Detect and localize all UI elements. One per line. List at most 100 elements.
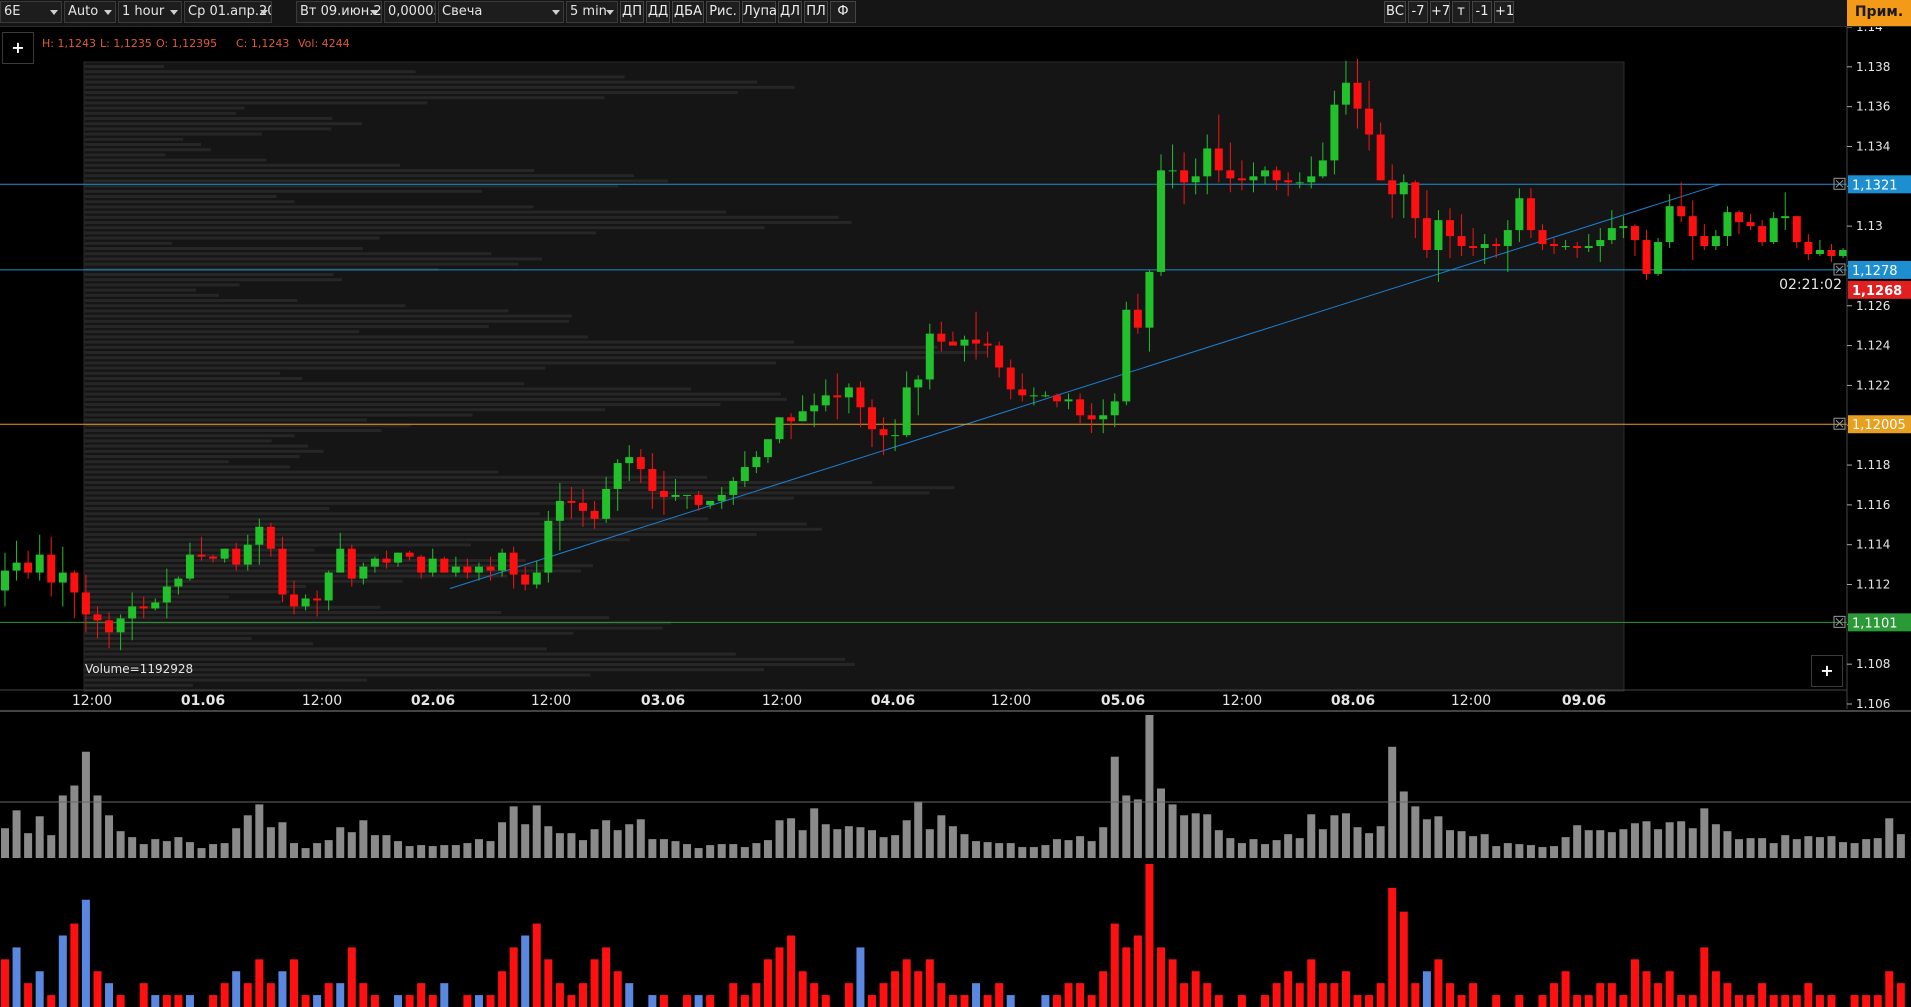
volume-bar: [1029, 847, 1038, 858]
pl-button[interactable]: ПЛ: [804, 1, 828, 23]
delta-bar: [12, 947, 21, 1007]
delta-bar: [1711, 971, 1720, 1007]
volume-bar: [1249, 839, 1258, 858]
y-tick-label: 1.118: [1856, 458, 1890, 472]
price-chart[interactable]: 1,12681.141.1381.1361.1341.1321.131.1281…: [0, 27, 1911, 1007]
delta-bar: [1550, 983, 1559, 1007]
profile-row: [84, 361, 776, 365]
candle-body: [174, 578, 183, 587]
delta-bar: [1457, 995, 1466, 1007]
scale-select[interactable]: Auto: [64, 1, 116, 23]
delta-bar: [440, 983, 449, 1007]
timeframe-select[interactable]: 1 hour: [118, 1, 182, 23]
delta-bar: [579, 983, 587, 1007]
profile-row: [84, 392, 781, 396]
dl-button[interactable]: ДЛ: [778, 1, 802, 23]
minus1-button[interactable]: -1: [1472, 1, 1492, 23]
delta-bar: [1099, 971, 1108, 1007]
delta-bar: [775, 947, 784, 1007]
minus7-button[interactable]: -7: [1408, 1, 1428, 23]
volume-bar: [1700, 808, 1709, 858]
plus7-button[interactable]: +7: [1430, 1, 1450, 23]
delta-bar: [1145, 864, 1154, 1007]
profile-row: [84, 101, 428, 105]
volume-bar: [1110, 756, 1119, 858]
add-indicator-button[interactable]: +: [2, 32, 34, 64]
candle-body: [486, 566, 495, 571]
x-tick-label: 12:00: [302, 693, 342, 709]
delta-bar: [787, 935, 796, 1007]
delta-bar: [1827, 995, 1836, 1007]
dba-button[interactable]: ДБА: [672, 1, 704, 23]
level-price-label: 1,1321: [1852, 178, 1898, 193]
delta-bar: [1341, 971, 1350, 1007]
volume-bar: [613, 830, 622, 858]
delta-bar: [625, 983, 634, 1007]
y-tick-label: 1.108: [1856, 657, 1890, 671]
profile-row: [84, 80, 758, 84]
volume-bar: [1041, 845, 1050, 858]
draw-button[interactable]: Рис.: [706, 1, 740, 23]
symbol-select[interactable]: 6E: [0, 1, 62, 23]
candle-body: [1214, 148, 1223, 171]
profile-row: [84, 106, 245, 110]
profile-row: [84, 657, 846, 661]
candle-body: [313, 598, 322, 601]
notes-button[interactable]: Прим.: [1847, 0, 1911, 26]
candle-body: [567, 500, 576, 503]
profile-row: [84, 600, 281, 604]
candle-body: [12, 562, 21, 571]
t-button[interactable]: т: [1452, 1, 1470, 23]
candle-body: [474, 566, 483, 573]
volume-bar: [868, 830, 876, 858]
interval-select[interactable]: 5 min: [566, 1, 618, 23]
profile-row: [84, 314, 572, 318]
delta-bar: [1307, 959, 1316, 1007]
profile-row: [84, 408, 606, 412]
chart-type-select[interactable]: Свеча: [438, 1, 564, 23]
add-panel-button[interactable]: +: [1811, 655, 1843, 687]
date-from-picker[interactable]: Ср 01.апр.20: [184, 1, 272, 23]
volume-bar: [1145, 715, 1154, 858]
volume-bar: [1, 828, 9, 858]
volume-bar: [336, 827, 345, 858]
profile-row: [84, 205, 534, 209]
delta-bar: [567, 995, 576, 1007]
candle-body: [1157, 170, 1165, 272]
profile-row: [84, 65, 164, 68]
candle-body: [752, 457, 761, 468]
dp-button[interactable]: ДП: [620, 1, 644, 23]
candle-body: [1411, 182, 1420, 219]
candle-body: [625, 457, 634, 464]
plus1-button[interactable]: +1: [1494, 1, 1514, 23]
volume-bar: [1272, 840, 1281, 858]
x-tick-label: 12:00: [1451, 693, 1491, 709]
profile-row: [84, 444, 309, 448]
profile-row: [84, 122, 362, 126]
date-to-picker[interactable]: Вт 09.июн.20: [296, 1, 382, 23]
volume-bar: [948, 826, 957, 858]
candle-body: [266, 526, 275, 549]
delta-bar: [1191, 971, 1200, 1007]
candle-body: [70, 572, 79, 593]
f-button[interactable]: Ф: [830, 1, 856, 23]
dd-button[interactable]: ДД: [646, 1, 670, 23]
candle-body: [844, 387, 853, 398]
tick-size-field[interactable]: 0,00005: [384, 1, 436, 23]
profile-row: [84, 335, 589, 339]
ohlc-open: O: 1,12395: [156, 37, 217, 50]
volume-bar: [544, 826, 553, 858]
delta-bar: [590, 959, 599, 1007]
volume-bar: [243, 815, 252, 858]
volume-bar: [35, 816, 44, 858]
profile-row: [84, 252, 492, 256]
delta-bar: [810, 983, 819, 1007]
volume-bar: [290, 843, 298, 858]
price-axis[interactable]: [1847, 27, 1911, 709]
volume-bar: [567, 833, 576, 858]
delta-bar: [1688, 995, 1697, 1007]
candle-body: [232, 548, 241, 565]
vs-button[interactable]: ВС: [1384, 1, 1406, 23]
magnifier-button[interactable]: Лупа: [742, 1, 777, 23]
volume-bar: [775, 820, 784, 858]
